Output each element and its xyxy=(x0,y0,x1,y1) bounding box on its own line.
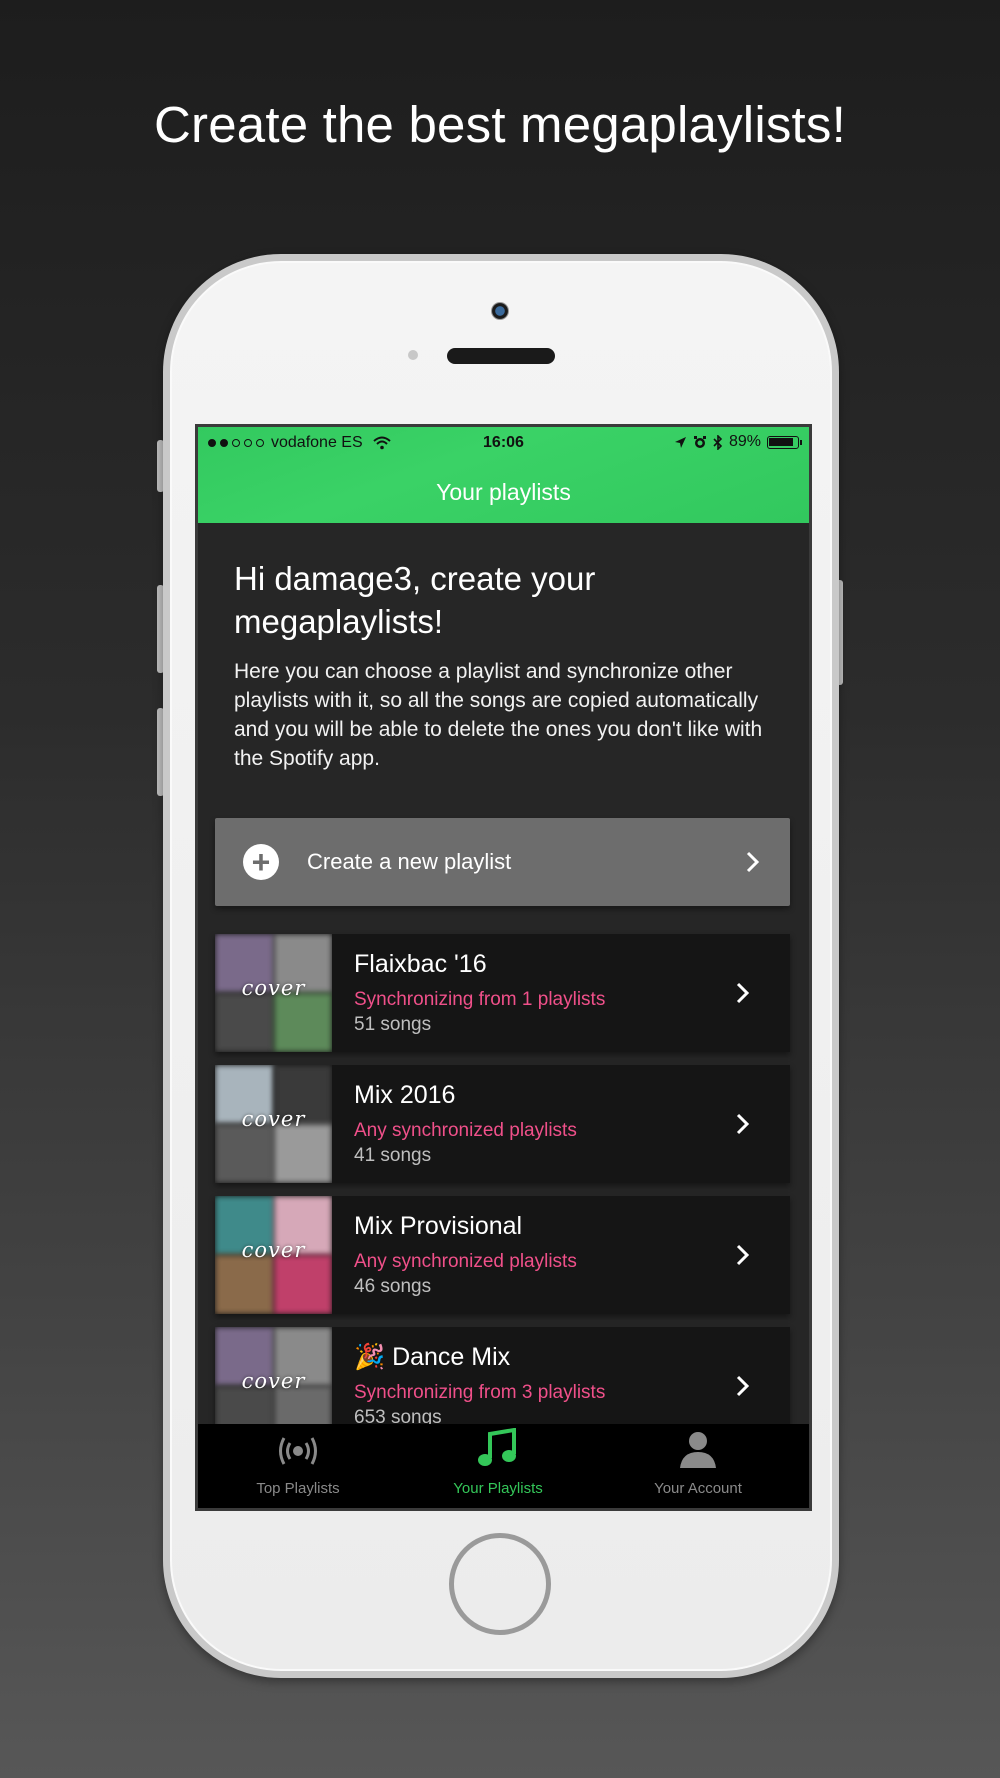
proximity-sensor xyxy=(408,350,418,360)
playlist-sync-status: Any synchronized playlists xyxy=(354,1251,577,1272)
tab-bar: Top Playlists Your Playlists Your Accoun… xyxy=(198,1424,809,1508)
music-note-icon xyxy=(478,1428,516,1466)
playlist-row[interactable]: cover Flaixbac '16 Synchronizing from 1 … xyxy=(215,934,790,1052)
tab-label: Top Playlists xyxy=(256,1480,340,1497)
playlist-cover: cover xyxy=(215,934,332,1052)
alarm-icon xyxy=(693,436,706,448)
playlist-sync-status: Synchronizing from 3 playlists xyxy=(354,1382,606,1403)
person-icon xyxy=(680,1432,716,1468)
playlist-name: 🎉 Dance Mix xyxy=(354,1343,511,1371)
chevron-right-icon xyxy=(736,1375,750,1397)
cover-label: cover xyxy=(241,1369,306,1393)
front-camera xyxy=(491,302,509,320)
broadcast-icon xyxy=(279,1437,317,1465)
chevron-right-icon xyxy=(746,851,760,873)
create-playlist-label: Create a new playlist xyxy=(307,849,512,874)
app-screen: vodafone ES 16:06 89% Your playlists Hi … xyxy=(195,424,812,1511)
bluetooth-icon xyxy=(713,434,723,450)
playlist-song-count: 41 songs xyxy=(354,1145,432,1166)
cover-label: cover xyxy=(241,976,306,1000)
intro-heading: Hi damage3, create your megaplaylists! xyxy=(234,560,596,640)
playlist-name: Flaixbac '16 xyxy=(354,950,487,978)
playlist-name: Mix 2016 xyxy=(354,1081,456,1109)
status-right: 89% xyxy=(674,433,802,451)
headline: Create the best megaplaylists! xyxy=(153,96,846,153)
tab-top-playlists[interactable]: Top Playlists xyxy=(198,1424,398,1508)
home-button[interactable] xyxy=(449,1533,551,1635)
status-bar: vodafone ES 16:06 89% xyxy=(198,427,809,457)
tab-label: Your Account xyxy=(654,1480,742,1497)
playlist-list: cover Flaixbac '16 Synchronizing from 1 … xyxy=(215,934,790,1458)
location-arrow-icon xyxy=(674,436,686,448)
tab-your-account[interactable]: Your Account xyxy=(598,1424,798,1508)
playlist-name: Mix Provisional xyxy=(354,1212,523,1240)
chevron-right-icon xyxy=(736,1244,750,1266)
intro-body: Here you can choose a playlist and synch… xyxy=(234,660,763,770)
playlist-song-count: 51 songs xyxy=(354,1014,432,1035)
playlist-row[interactable]: cover Mix 2016 Any synchronized playlist… xyxy=(215,1065,790,1183)
playlist-row[interactable]: cover Mix Provisional Any synchronized p… xyxy=(215,1196,790,1314)
battery-icon xyxy=(767,435,802,449)
playlist-sync-status: Synchronizing from 1 playlists xyxy=(354,989,606,1010)
playlist-sync-status: Any synchronized playlists xyxy=(354,1120,577,1141)
chevron-right-icon xyxy=(736,1113,750,1135)
create-playlist-button[interactable]: + Create a new playlist xyxy=(215,818,790,906)
chevron-right-icon xyxy=(736,982,750,1004)
nav-title: Your playlists xyxy=(436,479,571,505)
intro-section: Hi damage3, create your megaplaylists! H… xyxy=(234,557,774,773)
cover-label: cover xyxy=(241,1107,306,1131)
navigation-bar: vodafone ES 16:06 89% Your playlists xyxy=(198,427,809,523)
playlist-song-count: 46 songs xyxy=(354,1276,432,1297)
tab-label: Your Playlists xyxy=(453,1480,543,1497)
tab-your-playlists[interactable]: Your Playlists xyxy=(398,1424,598,1508)
playlist-cover: cover xyxy=(215,1065,332,1183)
plus-circle-icon: + xyxy=(243,844,279,880)
cover-label: cover xyxy=(241,1238,306,1262)
playlist-cover: cover xyxy=(215,1196,332,1314)
earpiece-speaker xyxy=(447,348,555,364)
battery-percent: 89% xyxy=(728,433,761,450)
